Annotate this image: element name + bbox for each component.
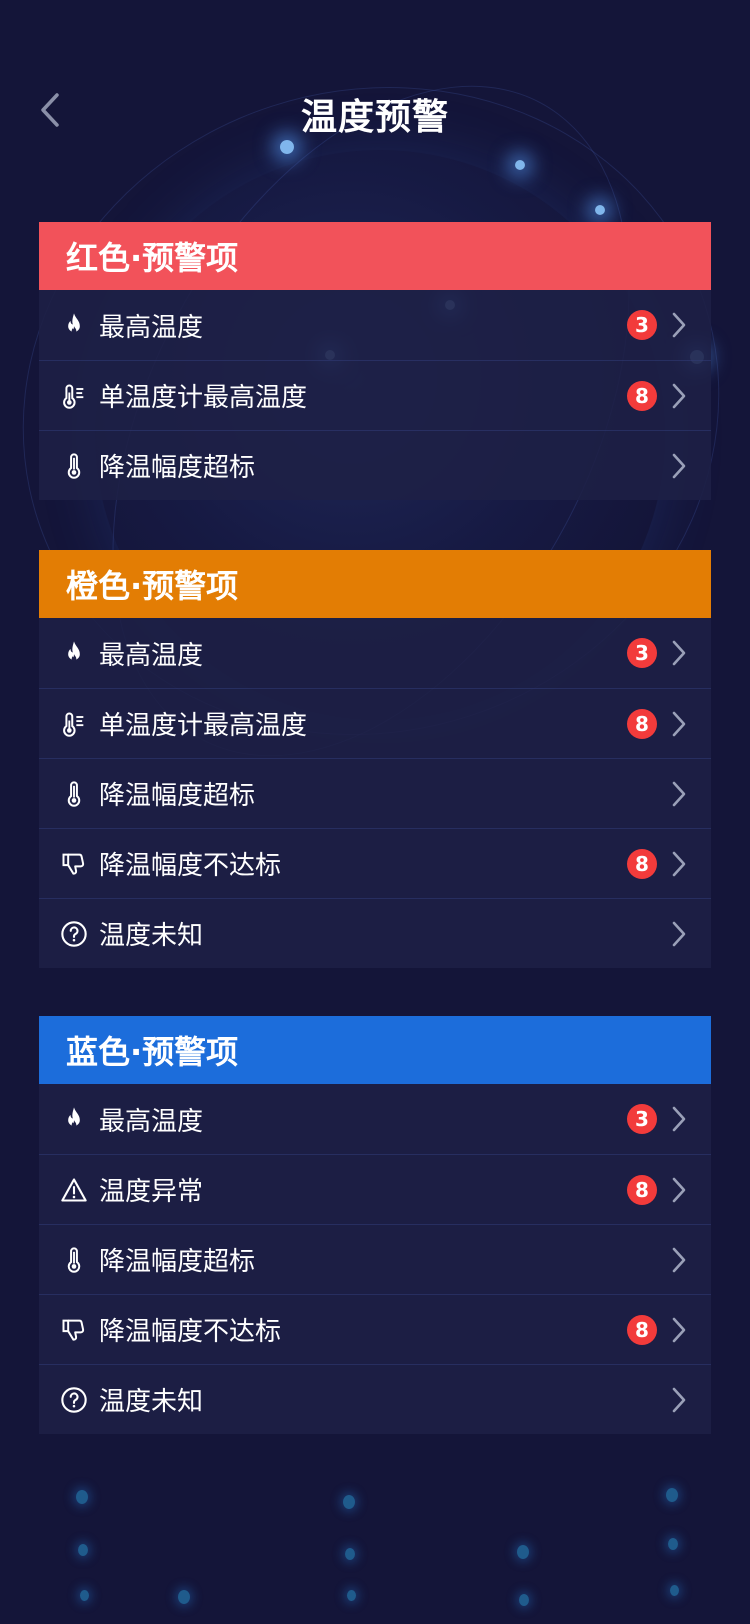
item-label: 降温幅度超标 [99, 1247, 256, 1277]
question-circle-icon [59, 1385, 89, 1415]
warning-list-item[interactable]: 温度异常 8 [39, 1154, 711, 1224]
item-label: 温度未知 [99, 1387, 204, 1417]
count-badge: 3 [627, 310, 657, 340]
warning-list: 最高温度 3 温度异常 8 降温幅度超标 降温幅度不达标 8 温度未知 [39, 1084, 711, 1434]
warning-list-item[interactable]: 最高温度 3 [39, 1084, 711, 1154]
chevron-right-icon [671, 1105, 687, 1133]
warning-list: 最高温度 3 单温度计最高温度 8 降温幅度超标 [39, 290, 711, 500]
fire-icon [59, 638, 89, 668]
item-label: 降温幅度超标 [99, 781, 256, 811]
section-header: 红色·预警项 [39, 222, 711, 290]
item-label: 降温幅度不达标 [99, 1317, 282, 1347]
item-label: 最高温度 [99, 1106, 204, 1137]
section-header: 蓝色·预警项 [39, 1016, 711, 1084]
page-title: 温度预警 [300, 97, 449, 138]
warning-list-item[interactable]: 温度未知 [39, 898, 711, 968]
warning-section: 橙色·预警项最高温度 3 单温度计最高温度 8 降温幅度超标 降温幅度不达标 8 温度未知 [39, 550, 711, 968]
item-label: 单温度计最高温度 [99, 383, 308, 413]
thermometer-icon [59, 779, 89, 809]
chevron-right-icon [671, 1176, 687, 1204]
glow-dot [595, 205, 605, 215]
item-label: 降温幅度超标 [99, 453, 256, 483]
chevron-right-icon [671, 1386, 687, 1414]
chevron-right-icon [671, 710, 687, 738]
chevron-right-icon [671, 382, 687, 410]
count-badge: 8 [627, 1314, 657, 1345]
item-label: 最高温度 [99, 640, 204, 671]
warning-list-item[interactable]: 单温度计最高温度 8 [39, 688, 711, 758]
fire-icon [59, 310, 89, 340]
chevron-right-icon [671, 311, 687, 339]
count-badge: 8 [627, 708, 657, 739]
warning-section: 红色·预警项最高温度 3 单温度计最高温度 8 降温幅度超标 [39, 222, 711, 500]
count-badge: 8 [627, 1174, 657, 1205]
chevron-right-icon [671, 920, 687, 948]
item-label: 单温度计最高温度 [99, 711, 308, 741]
fire-icon [59, 1104, 89, 1134]
glow-dot [515, 160, 525, 170]
warning-list-item[interactable]: 降温幅度超标 [39, 758, 711, 828]
thumbs-down-icon [59, 849, 89, 879]
warning-list-item[interactable]: 降温幅度超标 [39, 430, 711, 500]
item-label: 降温幅度不达标 [99, 851, 282, 881]
count-badge: 3 [627, 638, 657, 668]
warning-triangle-icon [59, 1175, 89, 1205]
thermometer-scale-icon [59, 709, 89, 739]
warning-list-item[interactable]: 最高温度 3 [39, 618, 711, 688]
chevron-right-icon [671, 1316, 687, 1344]
warning-list: 最高温度 3 单温度计最高温度 8 降温幅度超标 降温幅度不达标 8 温度未知 [39, 618, 711, 968]
glow-dot [280, 140, 294, 154]
warning-list-item[interactable]: 降温幅度不达标 8 [39, 828, 711, 898]
count-badge: 3 [627, 1104, 657, 1134]
warning-list-item[interactable]: 降温幅度超标 [39, 1224, 711, 1294]
thermometer-scale-icon [59, 381, 89, 411]
section-header: 橙色·预警项 [39, 550, 711, 618]
header: 温度预警 [0, 80, 750, 140]
chevron-right-icon [671, 639, 687, 667]
item-label: 最高温度 [99, 312, 204, 343]
chevron-right-icon [671, 452, 687, 480]
count-badge: 8 [627, 848, 657, 879]
thermometer-icon [59, 1245, 89, 1275]
warning-list-item[interactable]: 单温度计最高温度 8 [39, 360, 711, 430]
warning-list-item[interactable]: 降温幅度不达标 8 [39, 1294, 711, 1364]
question-circle-icon [59, 919, 89, 949]
warning-section: 蓝色·预警项最高温度 3 温度异常 8 降温幅度超标 降温幅度不达标 8 温度未知 [39, 1016, 711, 1434]
chevron-right-icon [671, 780, 687, 808]
item-label: 温度异常 [99, 1177, 204, 1207]
count-badge: 8 [627, 380, 657, 411]
thumbs-down-icon [59, 1315, 89, 1345]
chevron-right-icon [671, 850, 687, 878]
warning-list-item[interactable]: 温度未知 [39, 1364, 711, 1434]
item-label: 温度未知 [99, 921, 204, 951]
thermometer-icon [59, 451, 89, 481]
warning-list-item[interactable]: 最高温度 3 [39, 290, 711, 360]
chevron-right-icon [671, 1246, 687, 1274]
